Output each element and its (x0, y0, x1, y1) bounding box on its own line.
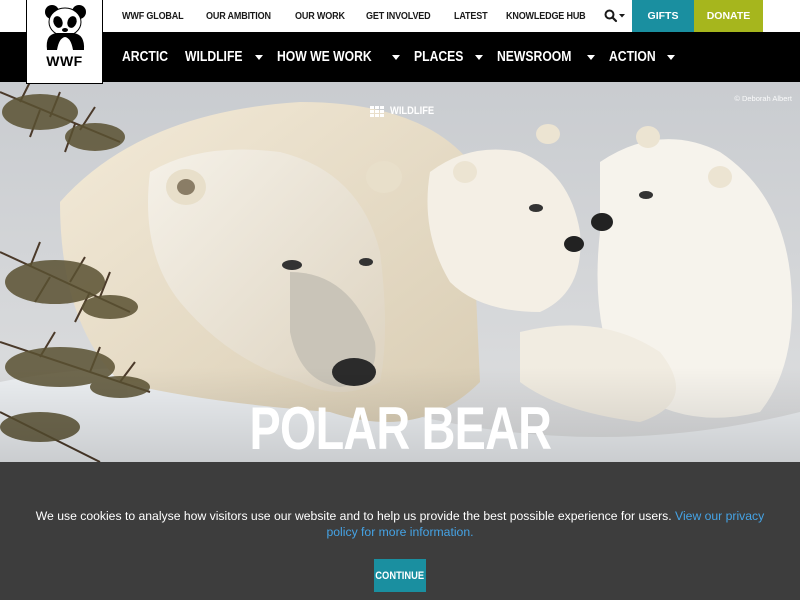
toplink-our-ambition[interactable]: OUR AMBITION (206, 10, 271, 22)
toplink-knowledge-hub[interactable]: KNOWLEDGE HUB (506, 10, 586, 22)
cookie-banner: We use cookies to analyse how visitors u… (0, 462, 800, 600)
nav-item-wildlife[interactable]: WILDLIFE (184, 49, 264, 65)
grid-icon (370, 105, 384, 117)
wwf-logo[interactable]: WWF (26, 0, 103, 84)
nav-item-label: NEWSROOM (496, 49, 572, 65)
breadcrumb[interactable]: WILDLIFE (370, 105, 442, 117)
nav-item-label: HOW WE WORK (277, 49, 372, 65)
caret-down-icon (667, 54, 676, 60)
caret-down-icon (474, 54, 483, 60)
main-nav: ARCTIC WILDLIFE HOW WE WORK PLACES NEWSR… (0, 32, 800, 82)
gifts-button[interactable]: GIFTS (632, 0, 694, 32)
nav-item-label: WILDLIFE (184, 49, 243, 65)
top-links: WWF GLOBAL OUR AMBITION OUR WORK GET INV… (122, 0, 611, 32)
logo-text: WWF (46, 53, 83, 69)
nav-item-places[interactable]: PLACES (414, 49, 483, 65)
nav-item-how-we-work[interactable]: HOW WE WORK (277, 49, 401, 65)
breadcrumb-label: WILDLIFE (390, 105, 435, 117)
toplink-get-involved[interactable]: GET INVOLVED (366, 10, 431, 22)
nav-item-newsroom[interactable]: NEWSROOM (497, 49, 596, 65)
gifts-label: GIFTS (647, 10, 679, 22)
cookie-text: We use cookies to analyse how visitors u… (35, 509, 676, 523)
chevron-down-icon (619, 14, 625, 18)
continue-label: CONTINUE (375, 569, 425, 582)
nav-item-label: ARCTIC (122, 49, 169, 65)
donate-label: DONATE (706, 10, 751, 22)
donate-button[interactable]: DONATE (694, 0, 763, 32)
continue-button[interactable]: CONTINUE (374, 559, 426, 592)
caret-down-icon (392, 54, 401, 60)
caret-down-icon (587, 54, 596, 60)
search-button[interactable] (600, 0, 630, 32)
nav-item-action[interactable]: ACTION (609, 49, 676, 65)
nav-item-arctic[interactable]: ARCTIC (122, 49, 171, 65)
page-title: POLAR BEAR (0, 394, 800, 463)
caret-down-icon (255, 54, 264, 60)
page-title-text: POLAR BEAR (249, 395, 551, 462)
cookie-message: We use cookies to analyse how visitors u… (20, 508, 780, 540)
toplink-wwf-global[interactable]: WWF GLOBAL (122, 10, 184, 22)
nav-item-label: PLACES (414, 49, 464, 65)
top-utility-bar: WWF GLOBAL OUR AMBITION OUR WORK GET INV… (0, 0, 800, 32)
nav-item-label: ACTION (609, 49, 657, 65)
panda-icon (45, 5, 86, 50)
photo-credit: © Deborah Albert (734, 94, 792, 103)
toplink-latest[interactable]: LATEST (454, 10, 488, 22)
toplink-our-work[interactable]: OUR WORK (295, 10, 345, 22)
search-icon (604, 9, 625, 23)
